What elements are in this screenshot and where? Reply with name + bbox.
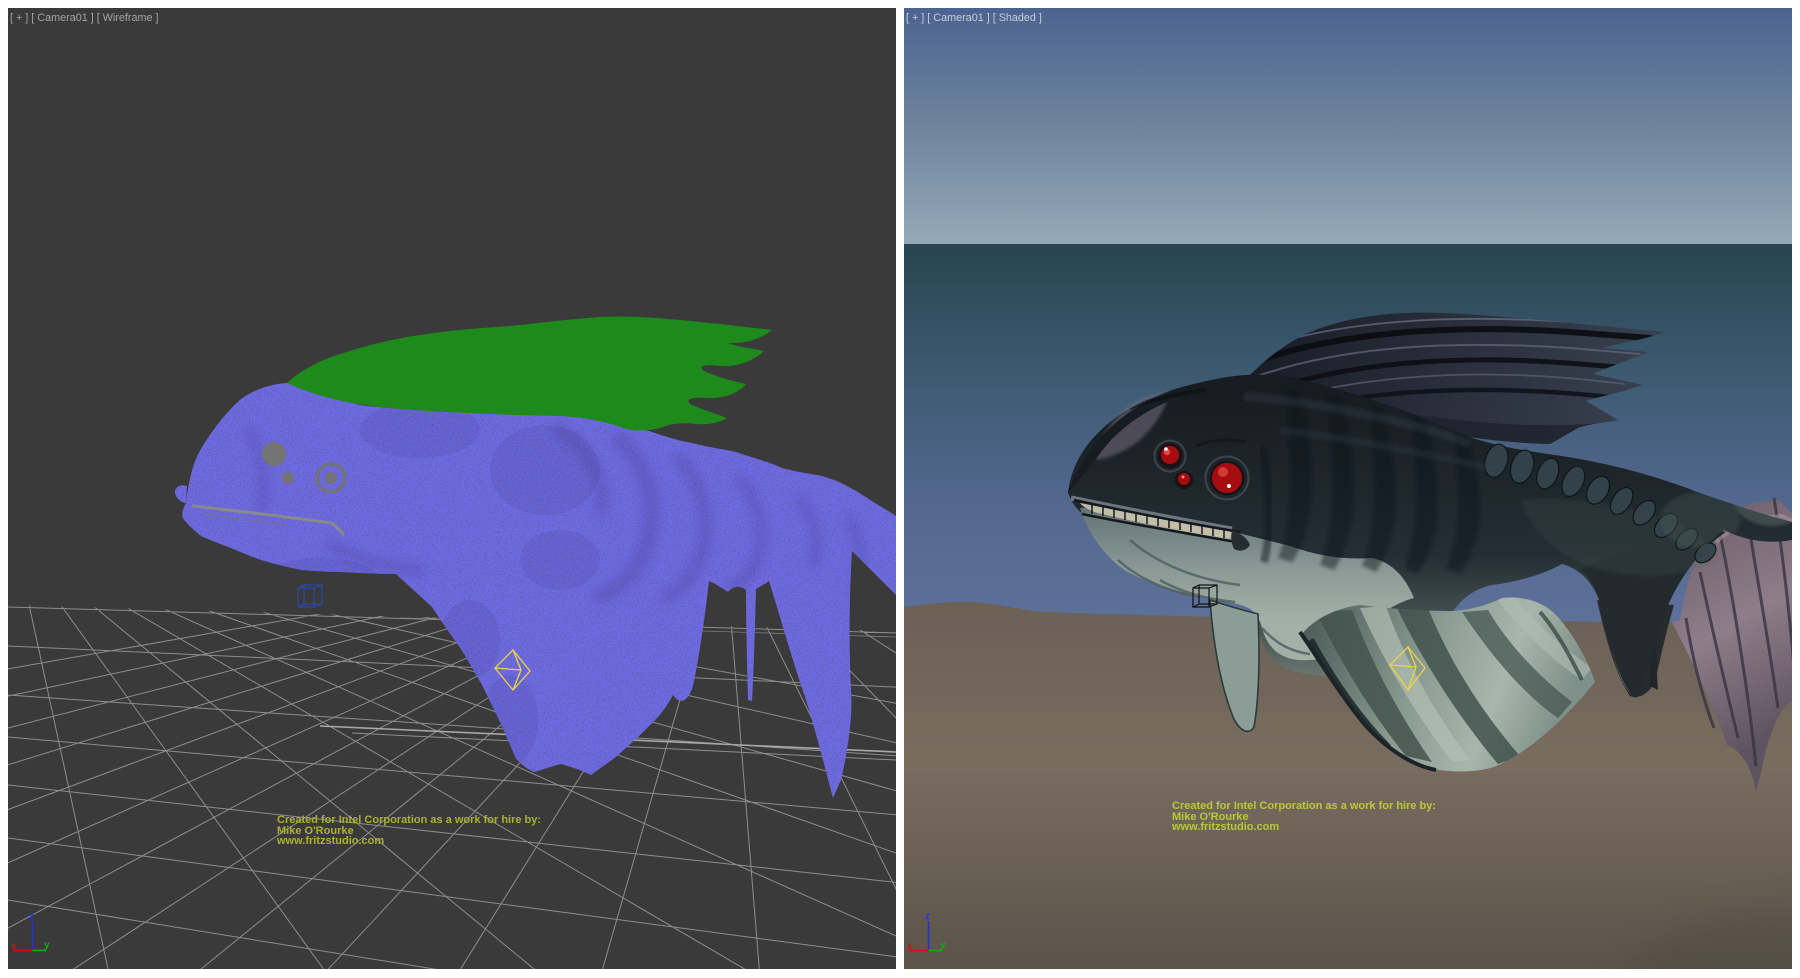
svg-text:z: z xyxy=(29,911,34,922)
svg-text:z: z xyxy=(925,911,930,922)
svg-text:x: x xyxy=(11,941,17,952)
svg-text:x: x xyxy=(907,941,913,952)
svg-text:y: y xyxy=(44,940,50,951)
svg-text:y: y xyxy=(940,940,946,951)
